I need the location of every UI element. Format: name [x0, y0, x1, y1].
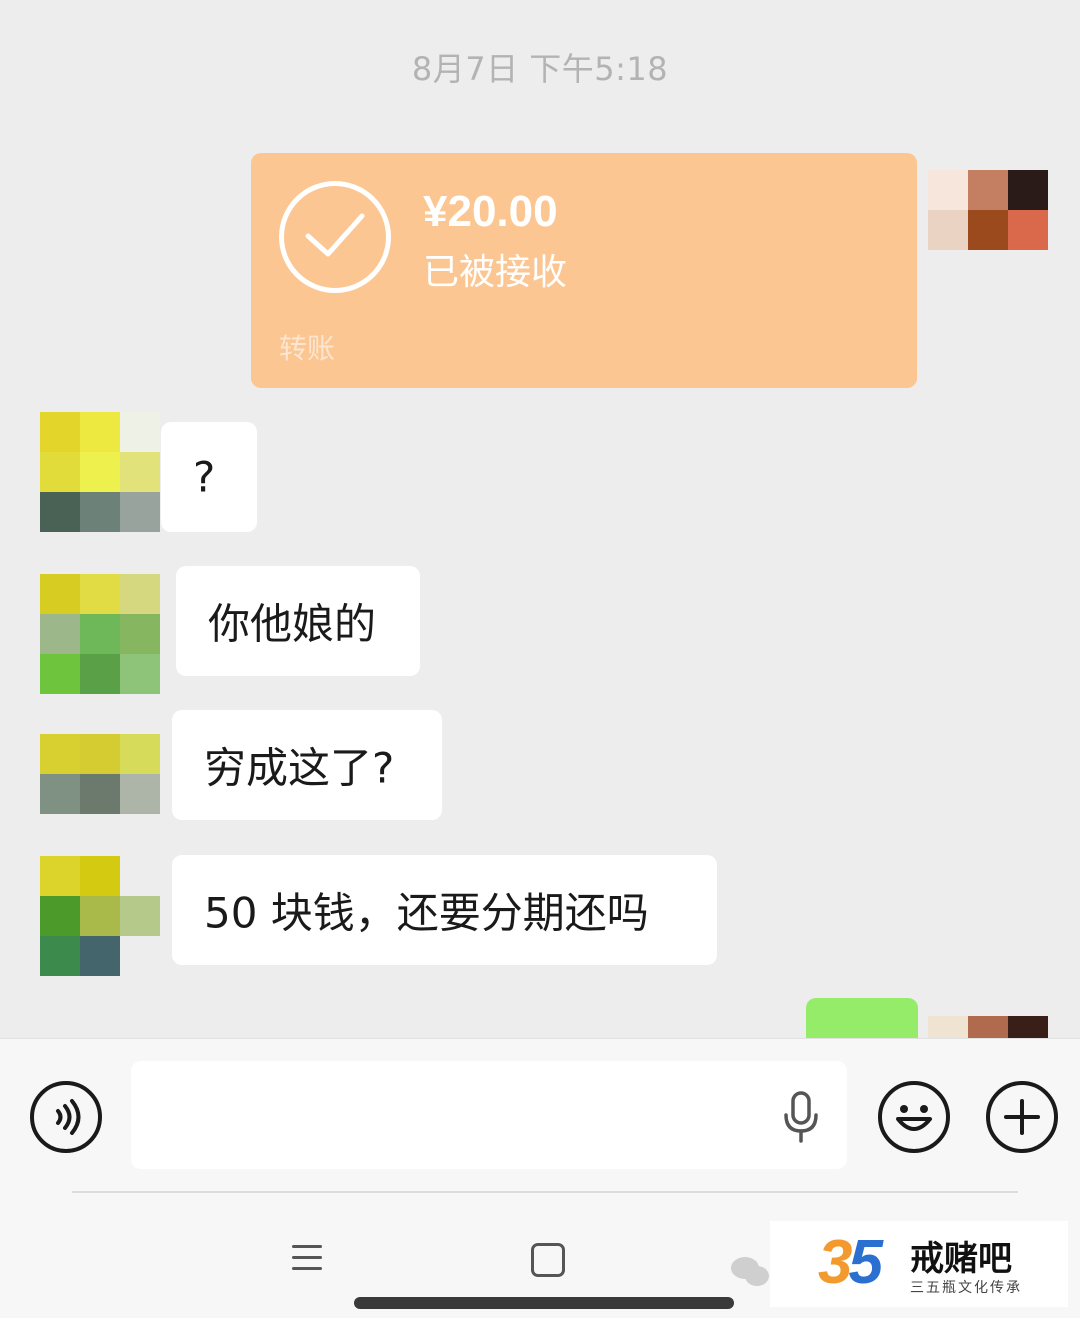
transfer-card[interactable]: ¥20.00 已被接收 转账: [251, 153, 917, 388]
message-bubble[interactable]: 穷成这了?: [172, 710, 442, 820]
message-bubble[interactable]: 50 块钱，还要分期还吗: [172, 855, 717, 965]
transfer-label: 转账: [279, 332, 336, 365]
my-avatar[interactable]: [928, 170, 1048, 290]
message-text: 你他娘的: [208, 599, 377, 649]
plus-icon[interactable]: [986, 1081, 1058, 1153]
transfer-amount: ¥20.00: [423, 187, 558, 236]
message-text: 50 块钱，还要分期还吗: [204, 888, 649, 938]
watermark-title: 戒赌吧: [910, 1239, 1012, 1279]
contact-avatar[interactable]: [40, 412, 160, 532]
voice-icon[interactable]: [30, 1081, 102, 1153]
home-icon[interactable]: [531, 1243, 565, 1277]
message-input[interactable]: [131, 1061, 847, 1169]
transfer-status: 已被接收: [423, 252, 568, 293]
watermark-subtitle: 三五瓶文化传承: [910, 1280, 1022, 1296]
emoji-icon[interactable]: [878, 1081, 950, 1153]
wechat-icon: [730, 1256, 770, 1292]
contact-avatar[interactable]: [40, 574, 160, 694]
message-bubble[interactable]: ?: [161, 422, 257, 532]
check-circle-icon: [279, 181, 391, 293]
message-text: ?: [193, 452, 216, 502]
input-bar: [0, 1038, 1080, 1193]
watermark-logo: 35 戒赌吧 三五瓶文化传承: [770, 1221, 1068, 1307]
message-timestamp: 8月7日 下午5:18: [411, 50, 669, 88]
watermark-number: 35: [818, 1228, 883, 1297]
contact-avatar[interactable]: [40, 734, 160, 854]
menu-icon[interactable]: [292, 1245, 322, 1278]
home-indicator[interactable]: [354, 1297, 734, 1309]
contact-avatar[interactable]: [40, 856, 160, 976]
microphone-icon[interactable]: [781, 1091, 821, 1147]
message-bubble[interactable]: 你他娘的: [176, 566, 420, 676]
message-text: 穷成这了?: [204, 743, 395, 793]
